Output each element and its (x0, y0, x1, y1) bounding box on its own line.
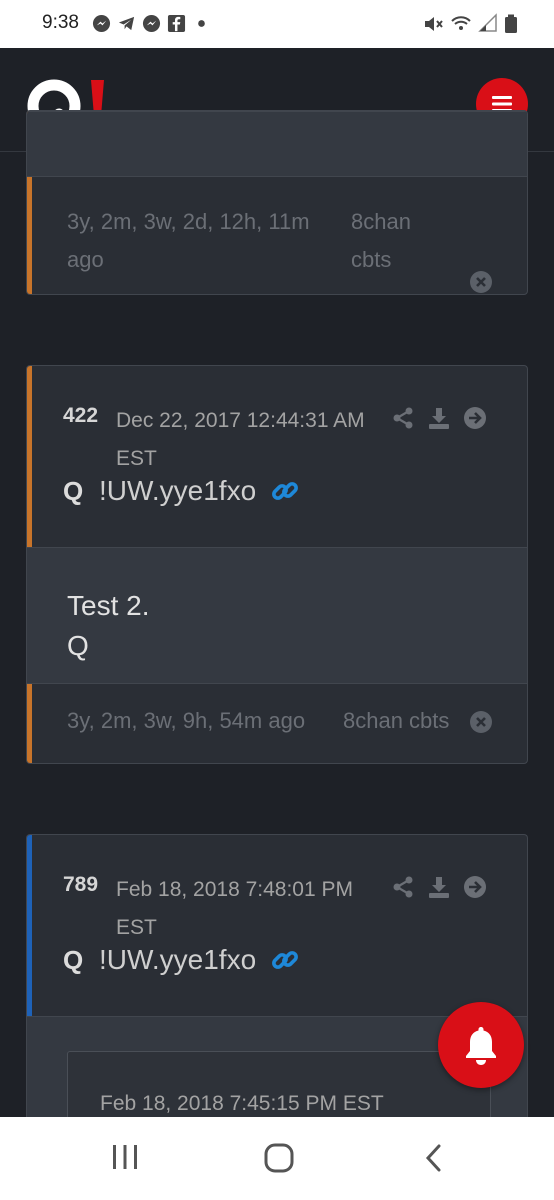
link-icon[interactable] (270, 476, 300, 506)
post-actions (391, 406, 487, 430)
bell-icon (466, 1027, 496, 1065)
post-date-line1: Dec 22, 2017 12:44:31 AM (116, 409, 365, 432)
messenger-icon (92, 14, 111, 33)
post-header: 422 Dec 22, 2017 12:44:31 AM EST Q !UW.y… (27, 366, 527, 547)
quoted-post-date: Feb 18, 2018 7:45:15 PM EST (100, 1092, 384, 1115)
arrow-right-circle-icon[interactable] (463, 875, 487, 899)
post-header: 789 Feb 18, 2018 7:48:01 PM EST Q !UW.yy… (27, 835, 527, 1016)
post-date: Feb 18, 2018 7:48:01 PM EST (116, 871, 396, 947)
post-card: 789 Feb 18, 2018 7:48:01 PM EST Q !UW.yy… (26, 834, 528, 1134)
signal-icon (478, 13, 497, 32)
post-footer: 3y, 2m, 3w, 2d, 12h, 11m ago 8chan cbts (27, 177, 527, 294)
close-circle-icon[interactable] (469, 710, 493, 734)
status-time: 9:38 (42, 12, 79, 33)
dot-icon (198, 20, 205, 27)
post-source[interactable]: 8chan cbts (351, 203, 411, 279)
telegram-icon (118, 16, 135, 31)
post-body (27, 111, 527, 177)
arrow-right-circle-icon[interactable] (463, 406, 487, 430)
post-date-line2: EST (116, 447, 157, 470)
download-icon[interactable] (427, 875, 451, 899)
notification-icons (92, 14, 211, 33)
battery-icon (505, 14, 517, 33)
post-date-line2: EST (116, 916, 157, 939)
post-author: Q (63, 944, 84, 975)
download-icon[interactable] (427, 406, 451, 430)
facebook-icon (167, 14, 186, 33)
post-author-row: Q !UW.yye1fxo (63, 475, 300, 507)
post-source[interactable]: 8chan cbts (343, 708, 449, 734)
post-age: 3y, 2m, 3w, 2d, 12h, 11m ago (67, 203, 310, 279)
share-icon[interactable] (391, 875, 415, 899)
system-nav-bar (0, 1117, 554, 1200)
post-footer: 3y, 2m, 3w, 9h, 54m ago 8chan cbts (27, 684, 527, 763)
post-date: Dec 22, 2017 12:44:31 AM EST (116, 402, 396, 478)
post-body-line: Q (67, 630, 89, 661)
link-icon[interactable] (270, 945, 300, 975)
messenger-icon (142, 14, 161, 33)
post-age-line1: 3y, 2m, 3w, 2d, 12h, 11m (67, 209, 310, 234)
post-number[interactable]: 422 (63, 404, 98, 428)
post-age-line2: ago (67, 247, 104, 272)
back-icon[interactable] (424, 1143, 444, 1173)
post-author: Q (63, 475, 84, 506)
system-icons (422, 13, 518, 35)
wifi-icon (451, 16, 471, 30)
post-source-line2: cbts (351, 247, 392, 272)
post-tripcode: !UW.yye1fxo (99, 475, 257, 506)
status-bar: 9:38 (0, 0, 554, 48)
post-actions (391, 875, 487, 899)
post-card: 422 Dec 22, 2017 12:44:31 AM EST Q !UW.y… (26, 365, 528, 764)
post-date-line1: Feb 18, 2018 7:48:01 PM (116, 878, 353, 901)
home-icon[interactable] (264, 1143, 294, 1173)
post-body: Test 2. Q (27, 547, 527, 684)
close-circle-icon[interactable] (469, 270, 493, 294)
mute-icon (425, 17, 443, 31)
post-source-line1: 8chan (351, 209, 411, 234)
post-author-row: Q !UW.yye1fxo (63, 944, 300, 976)
notifications-button[interactable] (438, 1002, 524, 1088)
post-body-line: Test 2. (67, 590, 150, 621)
post-tripcode: !UW.yye1fxo (99, 944, 257, 975)
post-card: 3y, 2m, 3w, 2d, 12h, 11m ago 8chan cbts (26, 110, 528, 295)
recents-icon[interactable] (110, 1143, 140, 1171)
post-number[interactable]: 789 (63, 873, 98, 897)
post-age: 3y, 2m, 3w, 9h, 54m ago (67, 708, 306, 733)
share-icon[interactable] (391, 406, 415, 430)
